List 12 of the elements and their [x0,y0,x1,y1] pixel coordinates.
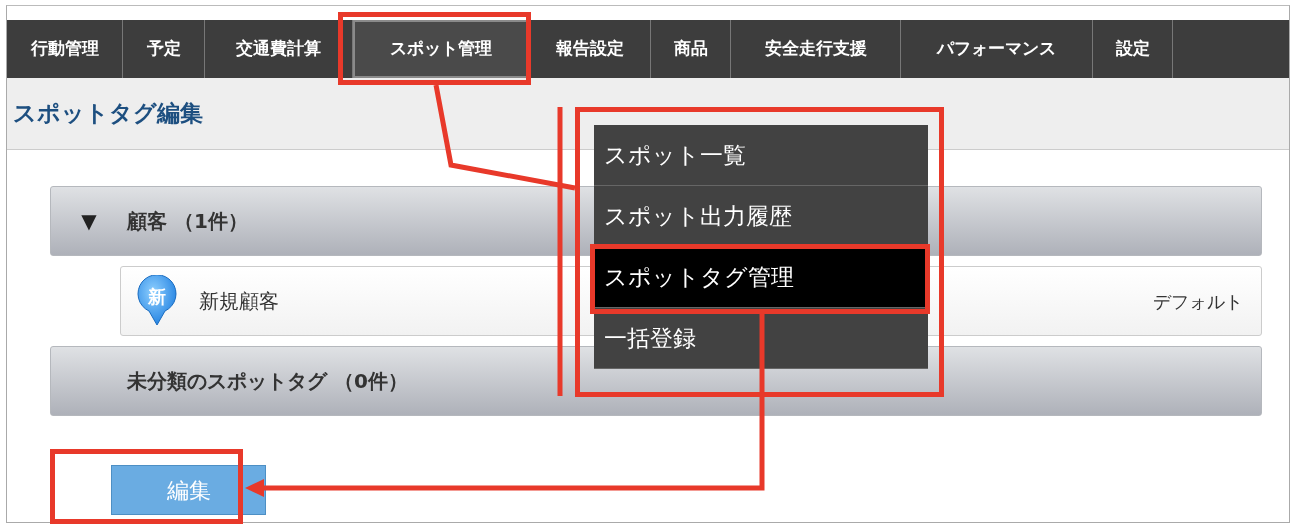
default-label: デフォルト [1153,289,1243,314]
menu-item[interactable]: スポット一覧 [594,125,928,186]
pin-icon: 新 [135,275,179,327]
tag-name: 新規顧客 [199,288,279,315]
menu-item[interactable]: 一括登録 [594,308,928,369]
menu-item[interactable]: スポットタグ管理 [594,247,928,308]
group-label: 顧客 （1件） [127,208,248,235]
collapse-toggle[interactable]: ▼ [51,206,127,236]
nav-tab[interactable]: スポット管理 [353,20,529,78]
menu-item[interactable]: スポット出力履歴 [594,186,928,247]
page-title: スポットタグ編集 [13,99,203,129]
group-label: 未分類のスポットタグ （0件） [127,368,408,395]
